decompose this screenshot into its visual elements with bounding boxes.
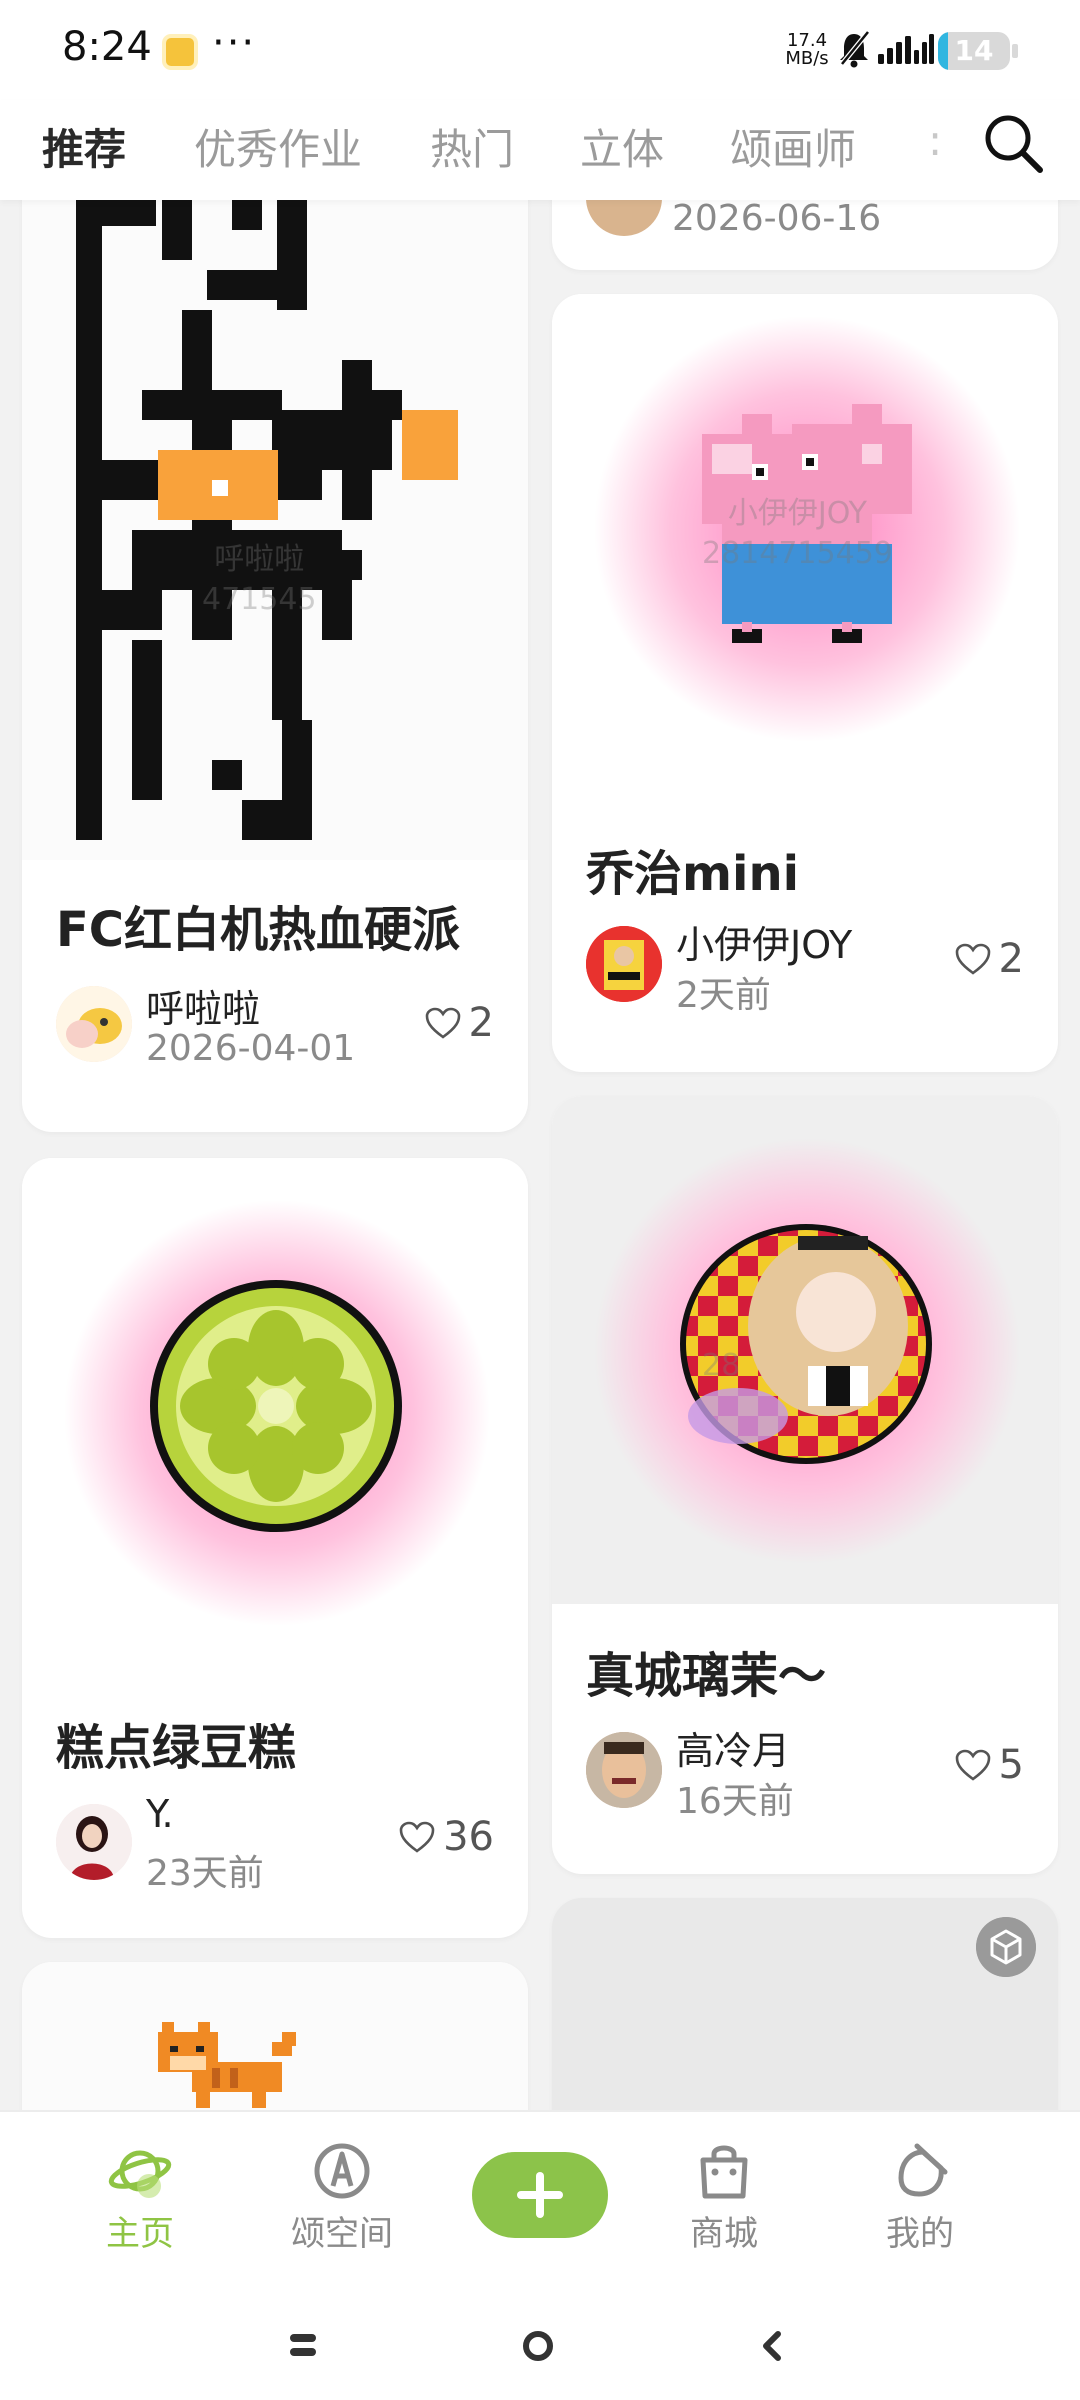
search-icon[interactable]: [978, 108, 1048, 178]
artwork-feed: 呼啦啦 471545 FC红白机热血硬派 呼啦啦 2026-04-01 2 20…: [0, 200, 1080, 2110]
post-date: 2天前: [676, 975, 771, 1016]
heart-icon: [399, 1821, 435, 1853]
author-avatar[interactable]: [56, 986, 132, 1062]
recent-apps-icon[interactable]: [288, 2330, 318, 2360]
mute-bell-icon: [840, 30, 870, 68]
card-title: 糕点绿豆糕: [56, 1720, 297, 1776]
author-name[interactable]: 高冷月: [676, 1720, 790, 1775]
artwork-card-lime[interactable]: 糕点绿豆糕 Y. 23天前 36: [22, 1158, 528, 1938]
image-watermark: 28: [702, 1348, 741, 1383]
card-title: FC红白机热血硬派: [56, 902, 461, 958]
post-date: 16天前: [676, 1781, 794, 1822]
nav-label: 商城: [690, 2214, 758, 2254]
compass-icon: [314, 2143, 370, 2199]
tab-3d[interactable]: 立体: [580, 116, 664, 177]
image-watermark: 呼啦啦 471545: [202, 542, 317, 617]
home-icon[interactable]: [522, 2330, 554, 2362]
card-title: 真城璃茉～: [586, 1648, 827, 1704]
heart-icon: [955, 943, 990, 975]
author-name[interactable]: 小伊伊JOY: [676, 914, 852, 969]
back-icon[interactable]: [760, 2330, 784, 2362]
tab-overflow-hint: :: [928, 116, 943, 165]
status-bar: 8:24 ··· 17.4 MB/s 14: [0, 0, 1080, 100]
like-button[interactable]: 2: [425, 1000, 494, 1046]
nav-home[interactable]: 主页: [70, 2138, 210, 2255]
artwork-image: [22, 1158, 528, 1678]
author-avatar[interactable]: [56, 1804, 132, 1880]
artwork-card-peppa[interactable]: 小伊伊JOY 2814715459 乔治mini 小伊伊JOY 2天前 2: [552, 294, 1058, 1072]
pixel-art-fighter: [22, 200, 528, 860]
planet-icon: [108, 2150, 172, 2198]
author-avatar[interactable]: [586, 1732, 662, 1808]
signal-icon: [878, 36, 911, 64]
category-tabbar: 推荐 优秀作业 热门 立体 颂画师 :: [0, 100, 1080, 200]
artwork-image: 28: [552, 1096, 1058, 1604]
status-time: 8:24: [62, 24, 152, 70]
avatar-image: [56, 986, 132, 1062]
pixel-art-orange-cat: [158, 2022, 296, 2108]
pixel-art-lime-slice: [150, 1280, 402, 1532]
battery-level: 14: [954, 34, 994, 67]
nav-mine[interactable]: 我的: [850, 2138, 990, 2255]
like-button[interactable]: 2: [955, 936, 1024, 982]
plus-icon: [517, 2172, 563, 2218]
cube-3d-icon[interactable]: [976, 1917, 1036, 1977]
like-count: 36: [443, 1814, 494, 1860]
artwork-card-fc[interactable]: 呼啦啦 471545 FC红白机热血硬派 呼啦啦 2026-04-01 2: [22, 200, 528, 1132]
nav-label: 我的: [886, 2214, 954, 2254]
author-name[interactable]: Y.: [146, 1792, 174, 1836]
like-count: 2: [468, 1000, 494, 1046]
artwork-card-cat[interactable]: [22, 1962, 528, 2110]
nav-space[interactable]: 颂空间: [272, 2138, 412, 2255]
notification-app-icon: [162, 34, 198, 70]
network-speed: 17.4 MB/s: [785, 30, 829, 69]
card-title: 乔治mini: [586, 846, 800, 902]
nav-label: 颂空间: [291, 2214, 393, 2254]
like-button[interactable]: 5: [955, 1742, 1024, 1788]
tab-recommend[interactable]: 推荐: [42, 116, 126, 177]
avatar-image: [56, 1804, 132, 1880]
nav-label: 主页: [106, 2214, 174, 2254]
heart-icon: [425, 1007, 460, 1039]
like-count: 5: [998, 1742, 1024, 1788]
artwork-image: 呼啦啦 471545: [22, 200, 528, 860]
profile-icon: [898, 2143, 948, 2197]
artwork-image: [22, 1962, 528, 2110]
image-watermark: 小伊伊JOY 2814715459: [702, 496, 893, 571]
shopping-bag-icon: [700, 2145, 748, 2199]
like-count: 2: [998, 936, 1024, 982]
nav-shop[interactable]: 商城: [654, 2138, 794, 2255]
artwork-card-girl[interactable]: 28 真城璃茉～ 高冷月 16天前 5: [552, 1096, 1058, 1874]
more-notifications-icon: ···: [212, 20, 257, 66]
heart-icon: [955, 1749, 990, 1781]
create-button[interactable]: [472, 2152, 608, 2238]
status-icons: [840, 30, 934, 68]
tab-hot[interactable]: 热门: [430, 116, 514, 177]
post-date: 2026-06-16: [672, 200, 882, 239]
bottom-navigation: 主页 颂空间 商城 我的: [0, 2110, 1080, 2260]
author-avatar[interactable]: [586, 200, 662, 236]
post-date: 23天前: [146, 1853, 264, 1894]
artwork-image: 小伊伊JOY 2814715459: [552, 294, 1058, 814]
author-name[interactable]: 呼啦啦: [146, 978, 260, 1033]
author-avatar[interactable]: [586, 926, 662, 1002]
tab-excellent-work[interactable]: 优秀作业: [194, 116, 362, 177]
battery-icon: 14: [938, 32, 1010, 70]
signal-icon-2: [914, 34, 934, 64]
avatar-image: [586, 926, 662, 1002]
pixel-art-anime-girl: [680, 1224, 932, 1464]
tab-painter[interactable]: 颂画师: [730, 116, 856, 177]
artwork-card-cropped[interactable]: 2026-06-16: [552, 200, 1058, 270]
battery-tip: [1012, 44, 1018, 58]
system-navigation-bar: [0, 2260, 1080, 2400]
avatar-image: [586, 1732, 662, 1808]
post-date: 2026-04-01: [146, 1028, 356, 1069]
like-button[interactable]: 36: [399, 1814, 494, 1860]
